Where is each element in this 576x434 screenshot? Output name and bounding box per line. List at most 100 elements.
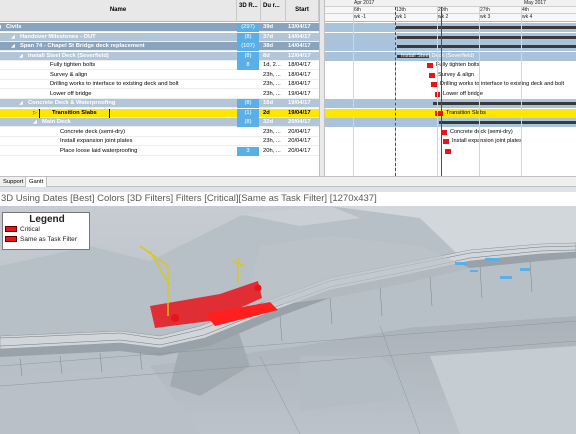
duration-cell: 23h, ...: [263, 90, 281, 97]
table-row[interactable]: ◢ Handover Milestones - OUT (8) 37d 14/04/17: [0, 32, 319, 42]
duration-cell: 23h, ...: [263, 81, 281, 87]
expand-toggle-icon[interactable]: ◢: [19, 52, 26, 61]
3d-resources-cell: (297): [237, 23, 259, 32]
3d-resources-cell: [237, 137, 259, 146]
wk-label: wk 1: [396, 14, 407, 20]
week-label: 27th: [480, 7, 490, 13]
duration-cell: 23h, ...: [263, 71, 281, 78]
duration-cell: 1d, 2...: [263, 62, 281, 68]
3d-resources-cell: (8): [237, 99, 259, 108]
summary-bar[interactable]: [397, 35, 576, 39]
start-cell: 14/04/17: [288, 33, 311, 40]
task-bar[interactable]: [427, 63, 433, 68]
task-name: Drilling works to interface to existing …: [50, 81, 179, 87]
column-header-3d-resources[interactable]: 3D R...: [237, 0, 261, 22]
month-label-may: May 2017: [524, 0, 546, 6]
bar-label: Fully tighten bolts: [436, 62, 480, 68]
summary-bar[interactable]: [397, 45, 576, 48]
table-row[interactable]: Survey & align 23h, ... 18/04/17: [0, 70, 319, 80]
expand-toggle-icon[interactable]: ◢: [11, 42, 18, 51]
chart-row: [325, 99, 576, 108]
task-name: Concrete Deck & Waterproofing: [28, 100, 116, 106]
table-row[interactable]: ◢ Install Steel Deck (Severfield) (8) 8d 12/…: [0, 51, 319, 61]
table-row[interactable]: Install expansion joint plates 23h, ... 20…: [0, 137, 319, 146]
task-name: Concrete deck (semi-dry): [60, 128, 126, 135]
task-name-cell[interactable]: Fully tighten bolts: [0, 61, 236, 70]
summary-bar[interactable]: [433, 102, 576, 105]
task-bar[interactable]: [429, 72, 435, 78]
task-name-cell[interactable]: Place loose laid waterproofing: [0, 147, 236, 156]
summary-bar[interactable]: [439, 121, 576, 124]
chart-row: [325, 118, 576, 127]
month-label-apr: Apr 2017: [354, 0, 375, 6]
task-name-cell[interactable]: Drilling works to interface to existing …: [0, 80, 236, 89]
week-label: 13th: [396, 7, 406, 13]
start-cell: 20/04/17: [288, 119, 311, 125]
3d-resources-cell: (1): [237, 108, 259, 118]
expand-toggle-icon[interactable]: ◢: [33, 118, 40, 127]
task-name-cell[interactable]: ◢Civils: [0, 23, 236, 32]
tab-support[interactable]: Support: [0, 177, 26, 187]
wk-label: wk 3: [480, 14, 491, 20]
week-gridline: [353, 7, 354, 176]
week-label: 4th: [522, 7, 529, 13]
task-name-cell[interactable]: ◢ Install Steel Deck (Severfield): [0, 52, 236, 61]
table-row[interactable]: Place loose laid waterproofing 3 20h, ... 2…: [0, 146, 319, 156]
week-gridline: [437, 7, 438, 176]
chart-row: Drilling works to interface to existing …: [325, 80, 576, 89]
timeline-week-header: 6th 13th 20th 27th 4th: [325, 7, 576, 14]
task-name-cell[interactable]: ◢ Concrete Deck & Waterproofing: [0, 99, 236, 108]
column-header-name[interactable]: Name: [0, 0, 237, 22]
legend-title: Legend: [29, 214, 65, 225]
task-name: Civils: [6, 24, 22, 30]
table-row[interactable]: ▷ Transition Slabs (1) 2d 19/04/17: [0, 108, 319, 118]
3d-viewport[interactable]: Legend Critical Same as Task Filter: [0, 206, 576, 434]
task-name-cell[interactable]: Install expansion joint plates: [0, 137, 236, 146]
table-row[interactable]: ◢ Span 74 - Chapel St Bridge deck replace…: [0, 42, 319, 51]
table-row[interactable]: Drilling works to interface to existing …: [0, 80, 319, 89]
task-name-cell[interactable]: ◢ Span 74 - Chapel St Bridge deck replace…: [0, 42, 236, 51]
task-name: Install Steel Deck (Severfield): [28, 52, 109, 59]
expand-toggle-icon[interactable]: ◢: [19, 99, 26, 108]
duration-cell: 8d: [263, 52, 270, 59]
table-row[interactable]: ◢Civils(297) 39d 13/04/17: [0, 23, 319, 32]
expand-toggle-icon[interactable]: ▷: [33, 109, 40, 118]
table-row[interactable]: Fully tighten bolts 8 1d, 2... 18/04/17: [0, 61, 319, 70]
task-name-cell[interactable]: Lower off bridge: [0, 90, 236, 99]
3d-resources-cell: 3: [237, 146, 259, 156]
task-name-cell[interactable]: ◢ Handover Milestones - OUT: [0, 33, 236, 42]
duration-cell: 2d: [263, 109, 270, 116]
3d-resources-cell: (107): [237, 42, 259, 51]
task-name: Main Deck: [42, 119, 71, 125]
chart-row: Install Steel Deck (Severfield): [325, 51, 576, 61]
task-name-cell[interactable]: Survey & align: [0, 71, 236, 80]
tab-gantt[interactable]: Gantt: [25, 177, 48, 187]
3d-resources-cell: [237, 71, 259, 80]
wk-label: wk 2: [438, 14, 449, 20]
column-header-duration[interactable]: Du r...: [261, 0, 286, 22]
duration-cell: 38d: [263, 43, 273, 49]
table-row[interactable]: Lower off bridge 23h, ... 19/04/17: [0, 89, 319, 99]
table-row[interactable]: Concrete deck (semi-dry) 23h, ... 20/04/17: [0, 127, 319, 137]
duration-cell: 16d: [263, 100, 273, 106]
expand-toggle-icon[interactable]: ◢: [11, 33, 18, 42]
task-name-cell[interactable]: ▷ Transition Slabs: [0, 108, 236, 118]
start-cell: 18/04/17: [288, 71, 311, 78]
viewer-title: 3D Using Dates [Best] Colors [3D Filters…: [0, 192, 576, 206]
table-row[interactable]: ◢ Main Deck (8) 32d 20/04/17: [0, 118, 319, 127]
bar-label: Concrete deck (semi-dry): [450, 128, 513, 135]
task-name-cell[interactable]: ◢ Main Deck: [0, 118, 236, 127]
column-header-start[interactable]: Start: [286, 0, 319, 22]
task-bar[interactable]: [445, 148, 451, 154]
duration-cell: 32d: [263, 119, 273, 125]
chart-row: [325, 42, 576, 51]
task-bar[interactable]: [443, 139, 449, 144]
3d-legend: Legend Critical Same as Task Filter: [2, 212, 90, 250]
chart-row: [325, 32, 576, 42]
duration-cell: 23h, ...: [263, 128, 281, 135]
table-row[interactable]: ◢ Concrete Deck & Waterproofing (8) 16d 19/0…: [0, 99, 319, 108]
task-name-cell[interactable]: Concrete deck (semi-dry): [0, 128, 236, 137]
bottom-tab-bar: Support Gantt: [0, 176, 576, 187]
summary-bar[interactable]: [395, 26, 576, 29]
timeline-wk-header: wk -1 wk 1 wk 2 wk 3 wk 4: [325, 14, 576, 22]
